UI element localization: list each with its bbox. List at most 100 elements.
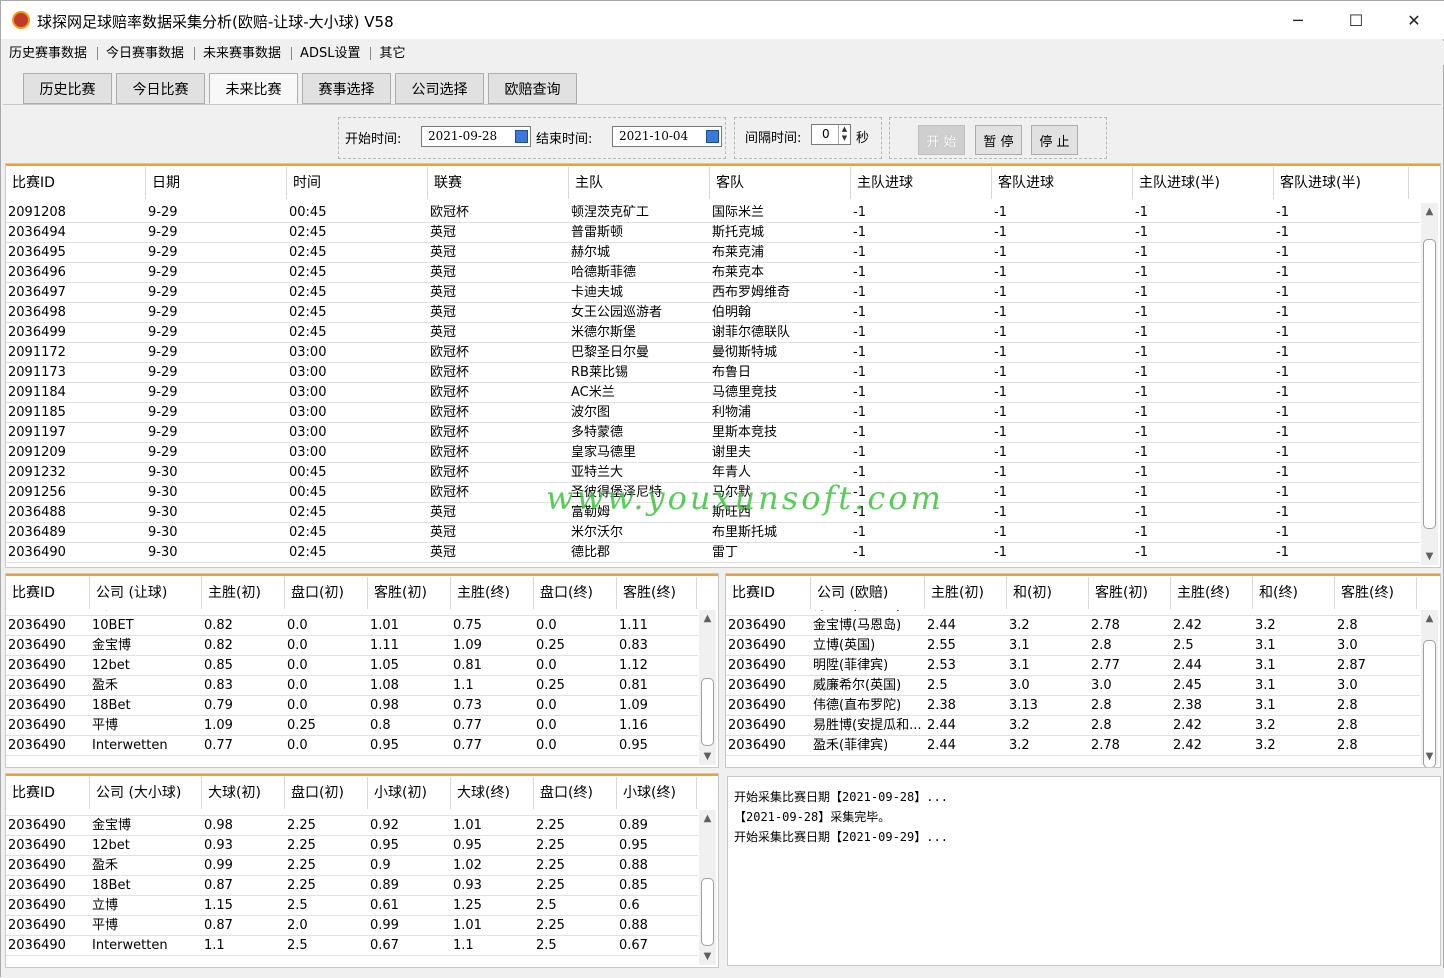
column-header[interactable]: 主胜(终) (1171, 577, 1253, 609)
column-header[interactable]: 和(终) (1253, 577, 1335, 609)
table-row[interactable]: 2036498 9-29 02:45 英冠 女王公园巡游者 伯明翰 -1 -1 -1 -1 (6, 303, 1420, 323)
column-header[interactable]: 盘口(终) (534, 777, 617, 809)
table-row[interactable]: 2091208 9-29 00:45 欧冠杯 顿涅茨克矿工 国际米兰 -1 -1 -1 -1 (6, 203, 1420, 223)
table-row[interactable]: 2036490 10BET 0.82 0.0 1.01 0.75 0.0 1.11 (6, 616, 698, 636)
table-row[interactable]: 2036490 Interwetten 1.1 2.5 0.67 1.1 2.5 0.67 (6, 936, 698, 956)
column-header[interactable]: 主队进球 (851, 167, 992, 199)
scroll-thumb[interactable] (701, 878, 714, 946)
table-row[interactable]: 2036490 明陞(菲律宾) 2.53 3.1 2.77 2.44 3.1 2.87 (726, 656, 1420, 676)
close-button[interactable]: ✕ (1385, 1, 1443, 39)
scroll-down-icon[interactable]: ▼ (699, 948, 716, 965)
table-row[interactable]: 2036490 12bet 0.85 0.0 1.05 0.81 0.0 1.12 (6, 656, 698, 676)
column-header[interactable]: 小球(终) (617, 777, 697, 809)
tab-today[interactable]: 今日比赛 (116, 73, 205, 104)
column-header[interactable]: 主胜(终) (451, 577, 534, 609)
maximize-button[interactable]: ☐ (1327, 1, 1385, 39)
table-row[interactable]: 2036490 盈禾(菲律宾) 2.44 3.2 2.78 2.42 3.2 2.8 (726, 736, 1420, 756)
table-row[interactable]: 2036490 18Bet 0.79 0.0 0.98 0.73 0.0 1.09 (6, 696, 698, 716)
table-row[interactable]: 2036490 12bet 0.93 2.25 0.95 0.95 2.25 0.95 (6, 836, 698, 856)
column-header[interactable]: 客胜(初) (368, 577, 451, 609)
column-header[interactable]: 客队进球 (992, 167, 1133, 199)
interval-stepper[interactable]: 0 ▲ ▼ (811, 124, 851, 145)
vertical-scrollbar[interactable]: ▲ ▼ (1421, 203, 1438, 565)
column-header[interactable]: 比赛ID (6, 777, 90, 809)
column-header[interactable]: 小球(初) (368, 777, 451, 809)
column-header[interactable]: 日期 (146, 167, 287, 199)
column-header[interactable]: 盘口(初) (285, 777, 368, 809)
calendar-icon[interactable] (706, 130, 719, 143)
table-row[interactable]: 2091184 9-29 03:00 欧冠杯 AC米兰 马德里竞技 -1 -1 -1 -1 (6, 383, 1420, 403)
table-row[interactable]: 2036496 9-29 02:45 英冠 哈德斯菲德 布莱克本 -1 -1 -1 -1 (6, 263, 1420, 283)
table-row[interactable]: 2091209 9-29 03:00 欧冠杯 皇家马德里 谢里夫 -1 -1 -1 -1 (6, 443, 1420, 463)
column-header[interactable]: 客队进球(半) (1274, 167, 1409, 199)
table-row[interactable]: 2036490 金宝博 0.98 2.25 0.92 1.01 2.25 0.89 (6, 816, 698, 836)
europe-odds-grid[interactable]: 比赛ID 公司 (欧赔) 主胜(初) 和(初) 客胜(初) 主胜(终) 和(终) 客胜(终) 2… (725, 573, 1441, 768)
tab-history[interactable]: 历史比赛 (23, 73, 112, 104)
stepper-arrows-icon[interactable]: ▲ ▼ (838, 125, 850, 144)
column-header[interactable]: 联赛 (428, 167, 569, 199)
table-row[interactable]: 2091197 9-29 03:00 欧冠杯 多特蒙德 里斯本竞技 -1 -1 -1 -1 (6, 423, 1420, 443)
table-row[interactable]: 2036490 平博 1.09 0.25 0.8 0.77 0.0 1.16 (6, 716, 698, 736)
overunder-grid[interactable]: 比赛ID 公司 (大小球) 大球(初) 盘口(初) 小球(初) 大球(终) 盘口(终) 小球(… (5, 773, 719, 968)
column-header[interactable]: 比赛ID (6, 577, 90, 609)
column-header[interactable]: 和(初) (1007, 577, 1089, 609)
column-header[interactable]: 大球(终) (451, 777, 534, 809)
table-row[interactable]: 2036499 9-29 02:45 英冠 米德尔斯堡 谢菲尔德联队 -1 -1 -1 -1 (6, 323, 1420, 343)
vertical-scrollbar[interactable]: ▲ ▼ (699, 610, 716, 765)
vertical-scrollbar[interactable]: ▲ ▼ (699, 810, 716, 965)
menu-history[interactable]: 历史赛事数据 (1, 46, 99, 60)
column-header[interactable]: 比赛ID (726, 577, 811, 609)
pause-button[interactable]: 暂 停 (975, 125, 1022, 155)
table-row[interactable]: 2036490 伟德(直布罗陀) 2.38 3.13 2.8 2.38 3.1 2.8 (726, 696, 1420, 716)
column-header[interactable]: 盘口(终) (534, 577, 617, 609)
menu-adsl[interactable]: ADSL设置 (292, 46, 372, 60)
column-header[interactable]: 客胜(终) (1335, 577, 1417, 609)
menu-today[interactable]: 今日赛事数据 (98, 46, 196, 60)
table-row[interactable]: 2036490 立博 1.15 2.5 0.61 1.25 2.5 0.6 (6, 896, 698, 916)
scroll-down-icon[interactable]: ▼ (1421, 748, 1438, 765)
column-header[interactable]: 公司 (大小球) (90, 777, 202, 809)
column-header[interactable]: 盘口(初) (285, 577, 368, 609)
vertical-scrollbar[interactable]: ▲ ▼ (1421, 610, 1438, 767)
table-row[interactable]: 2091185 9-29 03:00 欧冠杯 波尔图 利物浦 -1 -1 -1 -1 (6, 403, 1420, 423)
table-row[interactable]: 2036497 9-29 02:45 英冠 卡迪夫城 西布罗姆维奇 -1 -1 -1 -1 (6, 283, 1420, 303)
scroll-up-icon[interactable]: ▲ (1421, 203, 1438, 220)
table-row[interactable]: 2091172 9-29 03:00 欧冠杯 巴黎圣日尔曼 曼彻斯特城 -1 -1 -1 -1 (6, 343, 1420, 363)
table-row[interactable]: 2036490 金宝博(马恩岛) 2.44 3.2 2.78 2.42 3.2 2.8 (726, 616, 1420, 636)
scroll-down-icon[interactable]: ▼ (699, 748, 716, 765)
start-button[interactable]: 开 始 (918, 125, 965, 155)
column-header[interactable]: 客胜(初) (1089, 577, 1171, 609)
menu-other[interactable]: 其它 (371, 47, 415, 60)
column-header[interactable]: 公司 (让球) (90, 577, 202, 609)
column-header[interactable]: 时间 (287, 167, 428, 199)
table-row[interactable]: 2036489 9-30 02:45 英冠 米尔沃尔 布里斯托城 -1 -1 -1 -1 (6, 523, 1420, 543)
table-row[interactable]: 2036495 9-29 02:45 英冠 赫尔城 布莱克浦 -1 -1 -1 -1 (6, 243, 1420, 263)
scroll-up-icon[interactable]: ▲ (699, 610, 716, 627)
column-header[interactable]: 客队 (710, 167, 851, 199)
column-header[interactable]: 主队 (569, 167, 710, 199)
column-header[interactable]: 大球(初) (202, 777, 285, 809)
table-row[interactable]: 2036490 Interwetten 0.77 0.0 0.95 0.77 0.0 0.95 (6, 736, 698, 756)
scroll-down-icon[interactable]: ▼ (1421, 548, 1438, 565)
column-header[interactable]: 公司 (欧赔) (811, 577, 925, 609)
tab-match-select[interactable]: 赛事选择 (302, 73, 391, 104)
handicap-grid[interactable]: 比赛ID 公司 (让球) 主胜(初) 盘口(初) 客胜(初) 主胜(终) 盘口(终) 客胜(终… (5, 573, 719, 768)
tab-company-select[interactable]: 公司选择 (395, 73, 484, 104)
table-row[interactable]: 2036490 9-30 02:45 英冠 德比郡 雷丁 -1 -1 -1 -1 (6, 543, 1420, 563)
table-row[interactable]: 2036490 盈禾 0.83 0.0 1.08 1.1 0.25 0.81 (6, 676, 698, 696)
scroll-thumb[interactable] (701, 678, 714, 746)
table-row[interactable]: 2036490 金宝博 0.82 0.0 1.11 1.09 0.25 0.83 (6, 636, 698, 656)
calendar-icon[interactable] (515, 130, 528, 143)
column-header[interactable]: 主队进球(半) (1133, 167, 1274, 199)
scroll-thumb[interactable] (1423, 239, 1436, 529)
table-row[interactable]: 2036490 18Bet 0.87 2.25 0.89 0.93 2.25 0.85 (6, 876, 698, 896)
minimize-button[interactable]: ─ (1269, 1, 1327, 39)
table-row[interactable]: 2036494 9-29 02:45 英冠 普雷斯顿 斯托克城 -1 -1 -1 -1 (6, 223, 1420, 243)
column-header[interactable]: 客胜(终) (617, 577, 697, 609)
end-date-picker[interactable]: 2021-10-04 (612, 126, 722, 147)
table-row[interactable]: 2036490 立博(英国) 2.55 3.1 2.8 2.5 3.1 3.0 (726, 636, 1420, 656)
stop-button[interactable]: 停 止 (1031, 125, 1078, 155)
menu-future[interactable]: 未来赛事数据 (195, 46, 293, 60)
scroll-up-icon[interactable]: ▲ (1421, 610, 1438, 627)
table-row[interactable]: 2036490 盈禾 0.99 2.25 0.9 1.02 2.25 0.88 (6, 856, 698, 876)
